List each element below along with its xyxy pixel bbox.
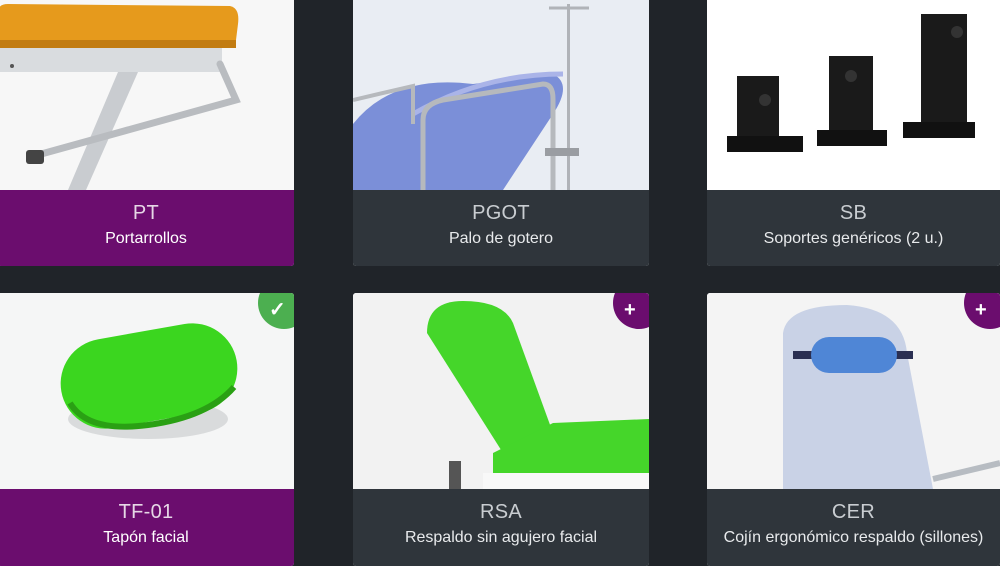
product-caption: SB Soportes genéricos (2 u.) [707,190,1000,266]
product-code: RSA [479,501,523,523]
product-card-rsa[interactable]: + RSA Respaldo sin agujero facial [353,293,649,566]
product-name: Soportes genéricos (2 u.) [763,230,944,247]
plus-icon: + [975,299,987,321]
product-code: SB [839,202,868,224]
product-image-cer [707,293,1000,489]
product-image-rsa [353,293,649,489]
product-name: Cojín ergonómico respaldo (sillones) [723,529,984,546]
product-card-pt[interactable]: ✓ PT Portarrollos [0,0,294,266]
product-caption: PGOT Palo de gotero [353,190,649,266]
product-caption: CER Cojín ergonómico respaldo (sillones) [707,489,1000,566]
product-code: PGOT [472,202,530,224]
product-card-pgot[interactable]: + PGOT Palo de gotero [353,0,649,266]
product-card-cer[interactable]: + CER Cojín ergonómico respaldo (sillone… [707,293,1000,566]
product-code: PT [132,202,160,224]
product-caption: TF-01 Tapón facial [0,489,294,566]
plus-icon: + [624,299,636,321]
product-name: Tapón facial [103,529,189,546]
product-image-tf-01 [0,293,294,489]
product-card-tf-01[interactable]: ✓ TF-01 Tapón facial [0,293,294,566]
product-code: CER [831,501,876,523]
product-name: Palo de gotero [448,230,554,247]
check-icon: ✓ [269,299,286,321]
product-caption: PT Portarrollos [0,190,294,266]
product-image-pt [0,0,294,190]
product-name: Respaldo sin agujero facial [404,529,598,546]
product-code: TF-01 [118,501,174,523]
product-card-sb[interactable]: + SB Soportes genéricos (2 u.) [707,0,1000,266]
product-name: Portarrollos [105,230,187,247]
product-caption: RSA Respaldo sin agujero facial [353,489,649,566]
product-image-pgot [353,0,649,190]
product-image-sb [707,0,1000,190]
